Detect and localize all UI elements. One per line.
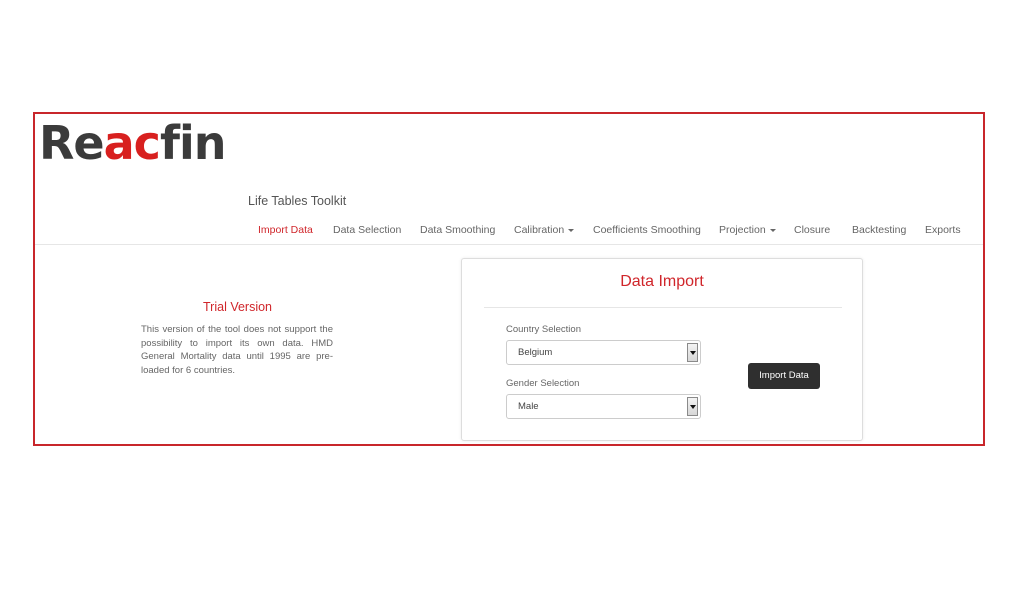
nav-data-selection-label: Data Selection [333,224,402,236]
panel-divider [484,307,842,308]
nav-projection[interactable]: Projection [719,224,776,236]
calibration-caret-icon [568,228,575,232]
nav-backtesting[interactable]: Backtesting [852,224,906,236]
nav-projection-label: Projection [719,224,766,236]
nav-exports[interactable]: Exports [925,224,961,236]
gender-dropdown-arrow-icon[interactable] [687,397,698,416]
nav-import-data[interactable]: Import Data [258,224,313,236]
logo-text-fin: fin [159,116,227,170]
nav-coefficients-smoothing[interactable]: Coefficients Smoothing [593,224,701,236]
country-dropdown-arrow-icon[interactable] [687,343,698,362]
country-selection-label: Country Selection [506,324,581,335]
main-nav: Import Data Data Selection Data Smoothin… [35,222,983,246]
app-title: Life Tables Toolkit [248,194,347,208]
nav-data-smoothing-label: Data Smoothing [420,224,496,236]
nav-backtesting-label: Backtesting [852,224,907,236]
app-frame: Reacfin Life Tables Toolkit Import Data … [33,112,985,446]
logo-text-re: Re [39,116,105,170]
nav-divider [35,244,983,245]
nav-exports-label: Exports [925,224,961,236]
data-import-panel: Data Import Country Selection Belgium Ge… [461,258,863,441]
nav-calibration[interactable]: Calibration [514,224,575,236]
country-select[interactable]: Belgium [506,340,701,365]
trial-version-title: Trial Version [203,300,273,314]
trial-version-text: This version of the tool does not suppor… [141,324,333,376]
nav-calibration-label: Calibration [514,224,565,236]
data-import-title: Data Import [620,273,704,290]
import-data-button[interactable]: Import Data [748,363,820,389]
country-select-value: Belgium [518,347,553,358]
gender-selection-label: Gender Selection [506,378,580,389]
nav-coefficients-smoothing-label: Coefficients Smoothing [593,224,701,236]
projection-caret-icon [769,228,776,232]
gender-select[interactable]: Male [506,394,701,419]
gender-select-value: Male [518,401,539,412]
reacfin-logo: Reacfin [39,116,227,170]
nav-closure[interactable]: Closure [794,224,830,236]
nav-data-smoothing[interactable]: Data Smoothing [420,224,495,236]
nav-import-data-label: Import Data [258,224,313,236]
logo-text-ac: ac [103,116,161,170]
nav-closure-label: Closure [794,224,831,236]
nav-data-selection[interactable]: Data Selection [333,224,401,236]
